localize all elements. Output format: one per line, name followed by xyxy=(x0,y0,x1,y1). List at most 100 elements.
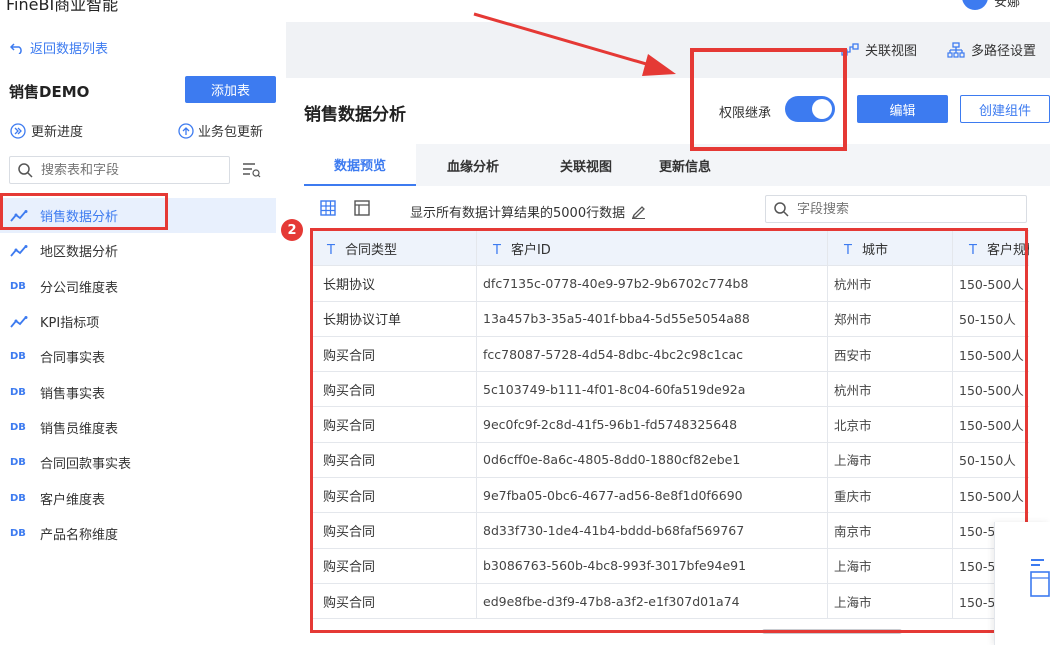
sidebar-item-label: 分公司维度表 xyxy=(40,280,119,296)
multipath-settings-link[interactable]: 多路径设置 xyxy=(947,40,1036,59)
table-cell: 150-500人 xyxy=(952,335,1029,373)
column-header-label: 城市 xyxy=(861,242,888,258)
sidebar-item-kpi[interactable]: KPI指标项 xyxy=(0,304,276,339)
update-progress-label: 更新进度 xyxy=(31,125,84,140)
tab-data-preview[interactable]: 数据预览 xyxy=(304,144,416,186)
tab-related-view[interactable]: 关联视图 xyxy=(530,144,642,186)
tab-lineage-analysis[interactable]: 血缘分析 xyxy=(416,144,530,186)
permission-inherit-label: 权限继承 xyxy=(719,106,772,121)
db-icon: DB xyxy=(10,527,26,539)
grid-view-icon[interactable] xyxy=(320,200,336,216)
sidebar-item-label: 客户维度表 xyxy=(40,492,106,508)
table-cell: 0d6cff0e-8a6c-4805-8dd0-1880cf82ebe1 xyxy=(476,441,828,479)
sidebar-item-branch-dim[interactable]: DB 分公司维度表 xyxy=(0,269,276,304)
table-cell: 150-500人 xyxy=(952,477,1029,514)
table-row: 购买合同 9e7fba05-0bc6-4677-ad56-8e8f1d0f6690… xyxy=(310,477,1029,514)
table-cell: 购买合同 xyxy=(310,441,477,479)
column-header[interactable]: T 客户规模 xyxy=(952,230,1029,267)
field-search-input[interactable] xyxy=(797,201,997,217)
table-cell: 购买合同 xyxy=(310,582,477,620)
back-label: 返回数据列表 xyxy=(30,42,109,57)
permission-inherit-toggle[interactable] xyxy=(785,96,835,122)
table-search-box[interactable] xyxy=(9,156,230,184)
sidebar-item-label: KPI指标项 xyxy=(40,316,100,332)
table-row: 购买合同 0d6cff0e-8a6c-4805-8dd0-1880cf82ebe1… xyxy=(310,441,1029,479)
column-header[interactable]: T 城市 xyxy=(827,230,953,267)
table-cell: 北京市 xyxy=(827,406,953,443)
avatar[interactable] xyxy=(962,0,988,10)
back-arrow-icon xyxy=(10,42,24,54)
column-header[interactable]: T 合同类型 xyxy=(310,230,477,267)
table-row: 购买合同 8d33f730-1de4-41b4-bddd-b68faf569767… xyxy=(310,512,1029,549)
back-to-list-link[interactable]: 返回数据列表 xyxy=(10,38,108,57)
text-type-icon: T xyxy=(844,242,852,258)
column-header[interactable]: T 客户ID xyxy=(476,230,828,267)
create-component-button[interactable]: 创建组件 xyxy=(960,95,1050,123)
table-cell: 购买合同 xyxy=(310,512,477,549)
table-cell: dfc7135c-0778-40e9-97b2-9b6702c774b8 xyxy=(476,265,828,302)
table-row: 购买合同 b3086763-560b-4bc8-993f-3017bfe94e91… xyxy=(310,547,1029,584)
sidebar-item-contract-fact[interactable]: DB 合同事实表 xyxy=(0,339,276,374)
sidebar-item-label: 合同事实表 xyxy=(40,351,106,367)
sidebar-item-salesman-dim[interactable]: DB 销售员维度表 xyxy=(0,410,276,445)
table-cell: 8d33f730-1de4-41b4-bddd-b68faf569767 xyxy=(476,512,828,549)
column-header-label: 客户ID xyxy=(510,242,551,258)
hierarchy-icon xyxy=(947,41,965,58)
bell-icon[interactable] xyxy=(908,0,922,6)
edit-button[interactable]: 编辑 xyxy=(857,95,948,123)
table-cell: 郑州市 xyxy=(827,300,953,337)
document-icon[interactable] xyxy=(1030,558,1050,598)
table-cell: fcc78087-5728-4d54-8dbc-4bc2c98c1cac xyxy=(476,335,828,373)
sidebar-item-region-analysis[interactable]: 地区数据分析 xyxy=(0,233,276,268)
horizontal-scrollbar[interactable] xyxy=(762,629,902,634)
db-icon: DB xyxy=(10,351,26,363)
annotation-arrow-icon xyxy=(473,12,676,76)
notification-icon[interactable] xyxy=(853,0,867,6)
table-cell: 购买合同 xyxy=(310,371,477,408)
edit-pencil-icon[interactable] xyxy=(631,204,646,219)
package-update-link[interactable]: 业务包更新 xyxy=(178,121,263,140)
column-header-label: 合同类型 xyxy=(344,242,397,258)
table-cell: 杭州市 xyxy=(827,265,953,302)
analysis-icon xyxy=(10,209,30,222)
field-search-box[interactable] xyxy=(765,195,1027,223)
tab-bar: 数据预览 血缘分析 关联视图 更新信息 xyxy=(304,144,1050,186)
sidebar-item-sales-analysis[interactable]: 销售数据分析 xyxy=(0,198,276,234)
add-table-button[interactable]: 添加表 xyxy=(185,76,276,103)
related-view-icon xyxy=(841,42,859,57)
sidebar-item-label: 销售员维度表 xyxy=(40,421,119,437)
table-cell: 购买合同 xyxy=(310,406,477,443)
table-search-input[interactable] xyxy=(41,162,211,178)
table-cell: 50-150人 xyxy=(952,300,1029,337)
table-cell: 150-500人 xyxy=(952,265,1029,302)
table-row: 长期协议订单 13a457b3-35a5-401f-bba4-5d55e5054a… xyxy=(310,300,1029,337)
filter-settings-icon[interactable] xyxy=(242,162,262,178)
table-row: 购买合同 5c103749-b111-4f01-8c04-60fa519de92a… xyxy=(310,371,1029,408)
app-title: FineBI商业智能 xyxy=(6,0,119,14)
user-name[interactable]: 安娜 xyxy=(994,0,1020,10)
layout-view-icon[interactable] xyxy=(354,200,370,216)
sidebar-item-payment-fact[interactable]: DB 合同回款事实表 xyxy=(0,445,276,480)
table-cell: 150-500人 xyxy=(952,371,1029,408)
sidebar-item-product-dim[interactable]: DB 产品名称维度 xyxy=(0,516,276,551)
table-cell: 购买合同 xyxy=(310,335,477,373)
table-row: 购买合同 fcc78087-5728-4d54-8dbc-4bc2c98c1cac… xyxy=(310,335,1029,373)
analysis-icon xyxy=(10,315,30,328)
upload-icon xyxy=(178,122,194,139)
related-view-label: 关联视图 xyxy=(865,44,918,59)
table-cell: 杭州市 xyxy=(827,371,953,408)
related-view-link[interactable]: 关联视图 xyxy=(841,40,917,59)
package-update-label: 业务包更新 xyxy=(198,125,264,140)
table-cell: 长期协议 xyxy=(310,265,477,302)
search-icon xyxy=(774,201,789,217)
table-cell: 50-150人 xyxy=(952,441,1029,479)
preview-toolbar xyxy=(320,200,370,216)
update-progress-link[interactable]: 更新进度 xyxy=(10,121,83,140)
table-cell: 13a457b3-35a5-401f-bba4-5d55e5054a88 xyxy=(476,300,828,337)
table-cell: 上海市 xyxy=(827,547,953,584)
table-cell: 上海市 xyxy=(827,582,953,620)
tab-update-info[interactable]: 更新信息 xyxy=(642,144,728,186)
sidebar-item-customer-dim[interactable]: DB 客户维度表 xyxy=(0,480,276,515)
sidebar-item-sales-fact[interactable]: DB 销售事实表 xyxy=(0,374,276,409)
table-cell: 重庆市 xyxy=(827,477,953,514)
